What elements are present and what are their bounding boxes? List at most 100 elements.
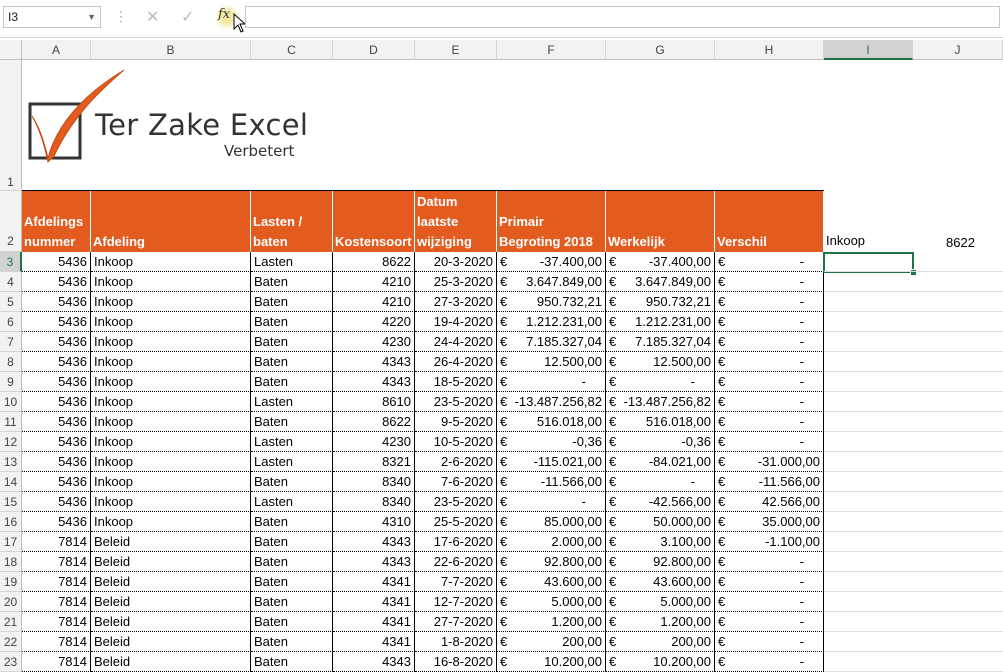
table-cell[interactable]: 25-5-2020 [415,512,497,532]
table-cell[interactable]: 7-6-2020 [415,472,497,492]
table-cell[interactable]: 19-4-2020 [415,312,497,332]
row-header-6[interactable]: 6 [0,312,22,332]
table-cell[interactable]: 26-4-2020 [415,352,497,372]
table-cell[interactable]: 8622 [333,252,415,272]
cell-i2[interactable]: Inkoop [826,233,865,248]
table-cell[interactable]: Baten [251,332,333,352]
table-cell[interactable]: 4341 [333,572,415,592]
table-cell[interactable]: 10-5-2020 [415,432,497,452]
table-cell[interactable]: €12.500,00 [606,352,715,372]
row-header-8[interactable]: 8 [0,352,22,372]
table-cell[interactable]: € - [715,432,824,452]
table-cell[interactable]: €92.800,00 [606,552,715,572]
row-header-21[interactable]: 21 [0,612,22,632]
table-cell[interactable]: € -31.000,00 [715,452,824,472]
table-cell[interactable]: € -37.400,00 [497,252,606,272]
table-cell[interactable]: € - [497,372,606,392]
table-cell[interactable]: € - [715,272,824,292]
table-cell[interactable]: € -0,36 [497,432,606,452]
table-cell[interactable]: 25-3-2020 [415,272,497,292]
table-cell[interactable]: €92.800,00 [497,552,606,572]
table-cell[interactable]: € -11.566,00 [497,472,606,492]
table-cell[interactable]: Beleid [91,632,251,652]
table-cell[interactable]: €43.600,00 [497,572,606,592]
table-cell[interactable]: Inkoop [91,252,251,272]
table-header-cell[interactable]: Afdeling [91,191,251,252]
table-cell[interactable]: Inkoop [91,512,251,532]
table-cell[interactable]: €5.000,00 [606,592,715,612]
column-header-e[interactable]: E [415,40,497,60]
table-cell[interactable]: 5436 [22,372,91,392]
selected-cell-i3[interactable] [823,252,914,273]
table-cell[interactable]: 4343 [333,352,415,372]
table-cell[interactable]: Inkoop [91,352,251,372]
table-cell[interactable]: Baten [251,632,333,652]
table-cell[interactable]: Inkoop [91,412,251,432]
column-header-h[interactable]: H [715,40,824,60]
table-cell[interactable]: € - [715,392,824,412]
table-cell[interactable]: € - [715,632,824,652]
row-header-15[interactable]: 15 [0,492,22,512]
table-cell[interactable]: 7814 [22,592,91,612]
table-cell[interactable]: € -11.566,00 [715,472,824,492]
name-box[interactable]: I3 ▼ [3,6,101,28]
table-cell[interactable]: Baten [251,532,333,552]
table-cell[interactable]: € -0,36 [606,432,715,452]
table-cell[interactable]: €5.000,00 [497,592,606,612]
table-cell[interactable]: Lasten [251,492,333,512]
table-cell[interactable]: €1.212.231,00 [606,312,715,332]
table-cell[interactable]: Inkoop [91,452,251,472]
table-cell[interactable]: 5436 [22,412,91,432]
table-cell[interactable]: € - [497,492,606,512]
table-cell[interactable]: € - [715,292,824,312]
table-cell[interactable]: €12.500,00 [497,352,606,372]
table-cell[interactable]: 23-5-2020 [415,492,497,512]
table-cell[interactable]: €3.647.849,00 [497,272,606,292]
table-cell[interactable]: Baten [251,552,333,572]
table-cell[interactable]: Baten [251,312,333,332]
table-cell[interactable]: 2-6-2020 [415,452,497,472]
table-cell[interactable]: 5436 [22,492,91,512]
table-cell[interactable]: € - [606,372,715,392]
table-cell[interactable]: Baten [251,572,333,592]
table-cell[interactable]: € - [715,612,824,632]
table-cell[interactable]: 7814 [22,552,91,572]
table-cell[interactable]: 5436 [22,512,91,532]
table-cell[interactable]: Baten [251,292,333,312]
table-cell[interactable]: € - [715,592,824,612]
table-cell[interactable]: 4220 [333,312,415,332]
table-cell[interactable]: 24-4-2020 [415,332,497,352]
table-cell[interactable]: 5436 [22,452,91,472]
table-header-cell[interactable]: Kostensoort [333,191,415,252]
table-cell[interactable]: Baten [251,372,333,392]
table-cell[interactable]: 5436 [22,472,91,492]
row-header-17[interactable]: 17 [0,532,22,552]
table-cell[interactable]: €950.732,21 [497,292,606,312]
table-cell[interactable]: Inkoop [91,432,251,452]
table-cell[interactable]: € -13.487.256,82 [606,392,715,412]
table-cell[interactable]: 5436 [22,332,91,352]
table-cell[interactable]: 18-5-2020 [415,372,497,392]
table-cell[interactable]: € - [715,252,824,272]
table-cell[interactable]: Beleid [91,612,251,632]
table-cell[interactable]: Lasten [251,452,333,472]
table-cell[interactable]: € - [715,412,824,432]
table-cell[interactable]: €1.200,00 [497,612,606,632]
table-cell[interactable]: €85.000,00 [497,512,606,532]
table-cell[interactable]: €50.000,00 [606,512,715,532]
table-cell[interactable]: € - [715,572,824,592]
table-cell[interactable]: €1.200,00 [606,612,715,632]
column-header-g[interactable]: G [606,40,715,60]
table-cell[interactable]: 5436 [22,392,91,412]
row-header-13[interactable]: 13 [0,452,22,472]
table-cell[interactable]: 4310 [333,512,415,532]
table-cell[interactable]: €1.212.231,00 [497,312,606,332]
table-cell[interactable]: € - [606,472,715,492]
table-cell[interactable]: € -37.400,00 [606,252,715,272]
table-cell[interactable]: Beleid [91,592,251,612]
table-cell[interactable]: Baten [251,472,333,492]
table-cell[interactable]: Baten [251,412,333,432]
row-header-14[interactable]: 14 [0,472,22,492]
table-cell[interactable]: Baten [251,612,333,632]
table-cell[interactable]: Lasten [251,252,333,272]
